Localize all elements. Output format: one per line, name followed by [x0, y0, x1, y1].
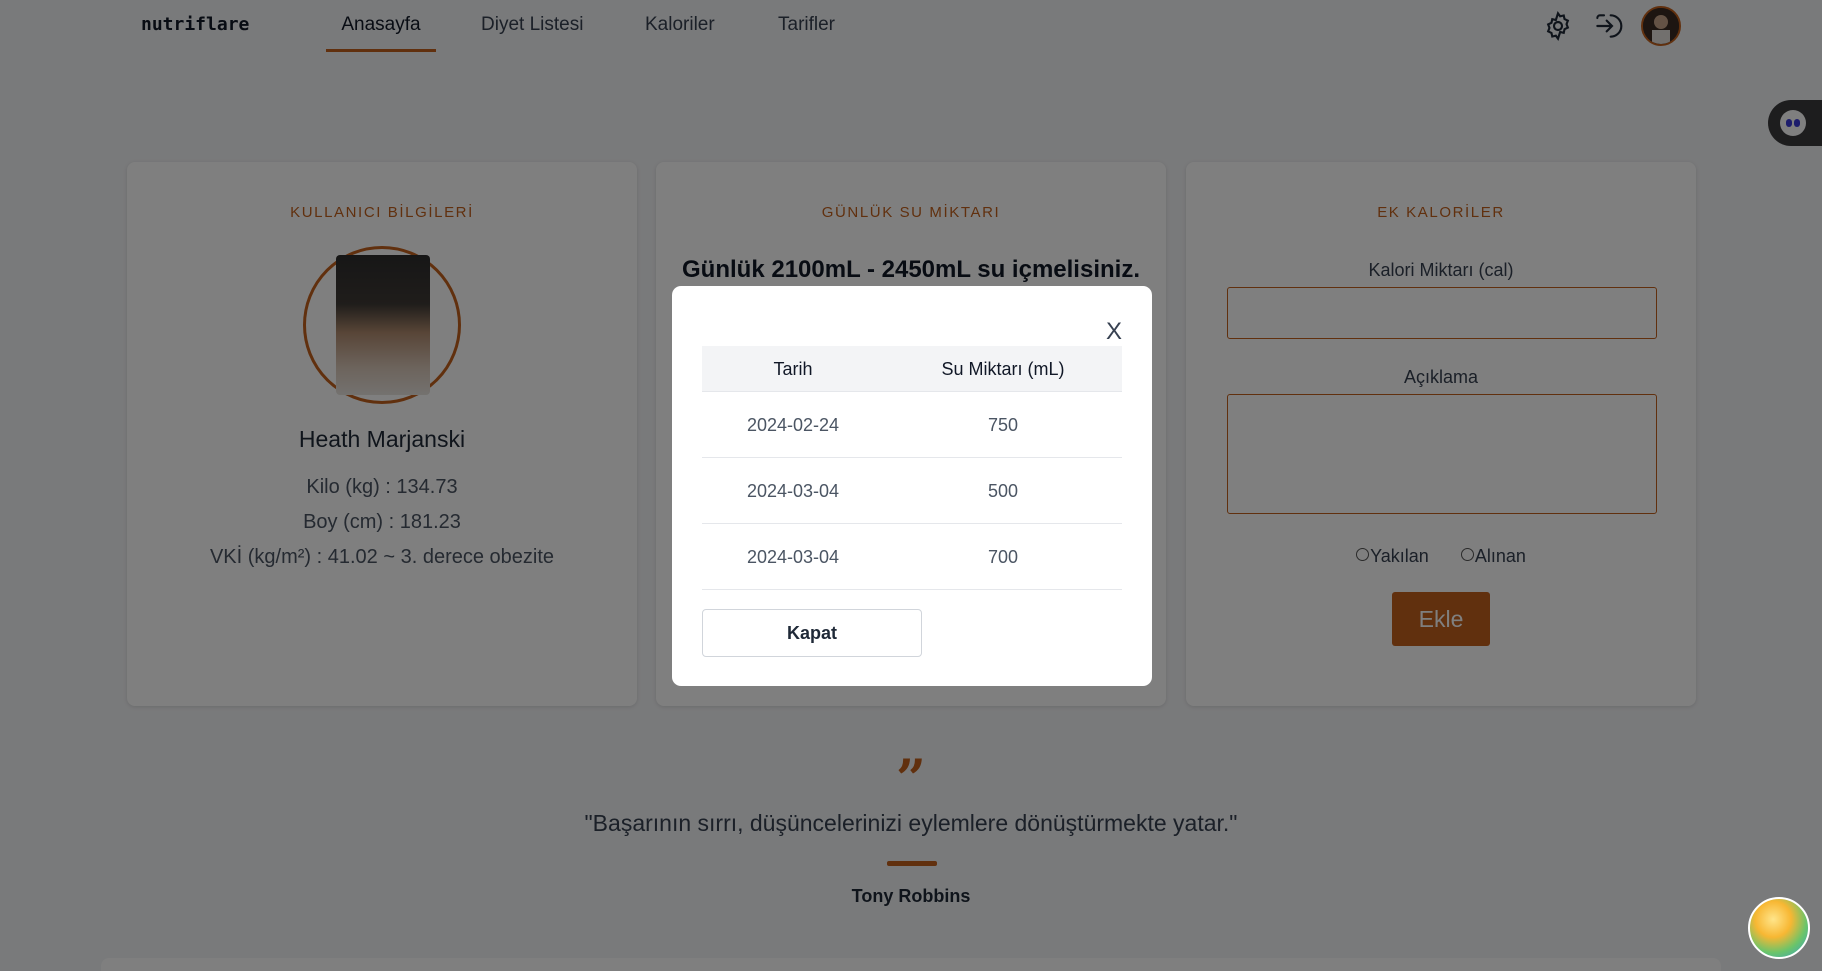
column-date: Tarih	[773, 359, 813, 379]
cell-date: 2024-03-04	[746, 547, 840, 567]
table-header: Tarih Su Miktarı (mL)	[702, 346, 1122, 392]
table-row: 2024-03-04 500	[702, 458, 1122, 524]
cell-amount: 700	[987, 547, 1019, 567]
close-icon[interactable]: X	[1106, 318, 1122, 346]
cell-date: 2024-03-04	[746, 481, 840, 501]
table-row: 2024-02-24 750	[702, 392, 1122, 458]
table-row: 2024-03-04 700	[702, 524, 1122, 590]
cell-amount: 500	[987, 481, 1019, 501]
cell-amount: 750	[987, 415, 1019, 435]
beach-widget-icon[interactable]	[1748, 897, 1810, 959]
column-amount: Su Miktarı (mL)	[941, 359, 1065, 379]
close-button[interactable]: Kapat	[702, 609, 922, 657]
water-history-modal: X Tarih Su Miktarı (mL) 2024-02-24 750 2…	[672, 286, 1152, 686]
cell-date: 2024-02-24	[746, 415, 840, 435]
